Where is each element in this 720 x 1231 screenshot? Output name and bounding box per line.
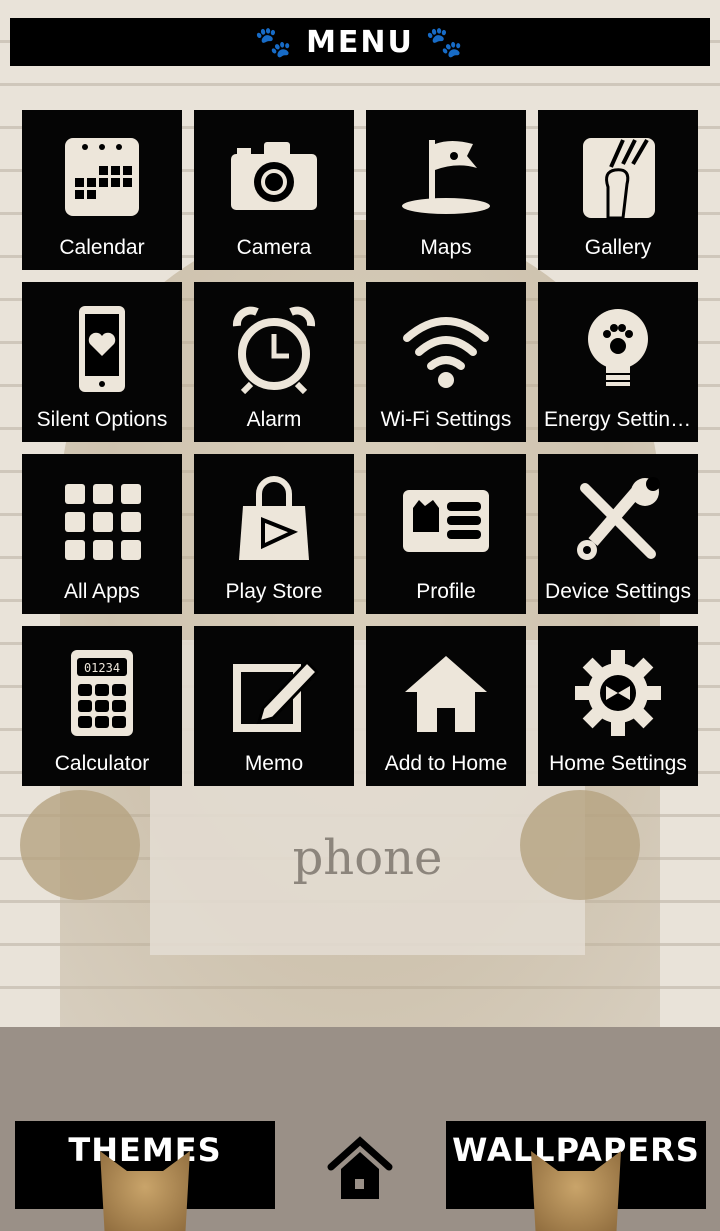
themes-label: THEMES (68, 1131, 222, 1169)
flag-icon (402, 140, 490, 214)
tile-energy-settings[interactable]: Energy Settings (538, 282, 698, 442)
wifi-icon (403, 317, 489, 388)
tile-camera[interactable]: Camera (194, 110, 354, 270)
menu-header: 🐾 MENU 🐾 (10, 18, 710, 66)
svg-text:01234: 01234 (84, 661, 120, 675)
shopping-bag-play-icon (239, 476, 309, 560)
gear-icon (575, 650, 661, 736)
tile-label: Energy Settings (544, 408, 693, 431)
tile-alarm[interactable]: Alarm (194, 282, 354, 442)
paw-icon: 🐾 (425, 24, 466, 60)
tile-label: Camera (236, 236, 312, 259)
menu-title: MENU (306, 24, 414, 60)
tile-profile[interactable]: Profile (366, 454, 526, 614)
home-icon (405, 656, 487, 732)
camera-icon (231, 142, 317, 210)
tools-icon (577, 477, 660, 560)
tile-label: Wi-Fi Settings (380, 408, 512, 431)
tile-maps[interactable]: Maps (366, 110, 526, 270)
tile-calendar[interactable]: Calendar (22, 110, 182, 270)
tile-device-settings[interactable]: Device Settings (538, 454, 698, 614)
tile-label: Gallery (584, 236, 652, 259)
tile-add-to-home[interactable]: Add to Home (366, 626, 526, 786)
tile-label: All Apps (64, 580, 140, 603)
tile-label: Maps (420, 236, 472, 259)
tile-wi-fi-settings[interactable]: Wi-Fi Settings (366, 282, 526, 442)
tile-label: Memo (244, 752, 304, 775)
tile-label: Profile (416, 580, 476, 603)
tile-label: Silent Options (36, 408, 168, 431)
cat-paw-left (20, 790, 140, 900)
paw-icon: 🐾 (254, 24, 295, 60)
wallpapers-button[interactable]: WALLPAPERS (446, 1121, 706, 1231)
tile-all-apps[interactable]: All Apps (22, 454, 182, 614)
tile-memo[interactable]: Memo (194, 626, 354, 786)
tile-label: Calendar (59, 236, 145, 259)
alarm-clock-icon (232, 306, 316, 394)
wallpapers-label: WALLPAPERS (452, 1131, 700, 1169)
tile-label: Calculator (54, 752, 150, 775)
calendar-icon (65, 138, 139, 216)
tile-calculator[interactable]: 01234 Calculator (22, 626, 182, 786)
themes-button[interactable]: THEMES (15, 1121, 275, 1231)
calculator-icon: 01234 (71, 650, 133, 736)
tile-silent-options[interactable]: Silent Options (22, 282, 182, 442)
tile-label: Device Settings (545, 580, 691, 603)
lightbulb-icon (588, 309, 648, 386)
home-button[interactable] (325, 1135, 395, 1205)
tile-gallery[interactable]: Gallery (538, 110, 698, 270)
tile-play-store[interactable]: Play Store (194, 454, 354, 614)
home-icon (327, 1136, 393, 1199)
grid-icon (65, 484, 141, 560)
cat-paw-right (520, 790, 640, 900)
paw-scratch-icon (583, 138, 655, 220)
tile-label: Home Settings (549, 752, 687, 775)
edit-icon (233, 659, 319, 732)
id-card-icon (403, 490, 489, 552)
tile-label: Alarm (246, 408, 302, 431)
tile-label: Play Store (225, 580, 323, 603)
phone-heart-icon (79, 306, 125, 392)
tile-label: Add to Home (384, 752, 508, 775)
tile-home-settings[interactable]: Home Settings (538, 626, 698, 786)
